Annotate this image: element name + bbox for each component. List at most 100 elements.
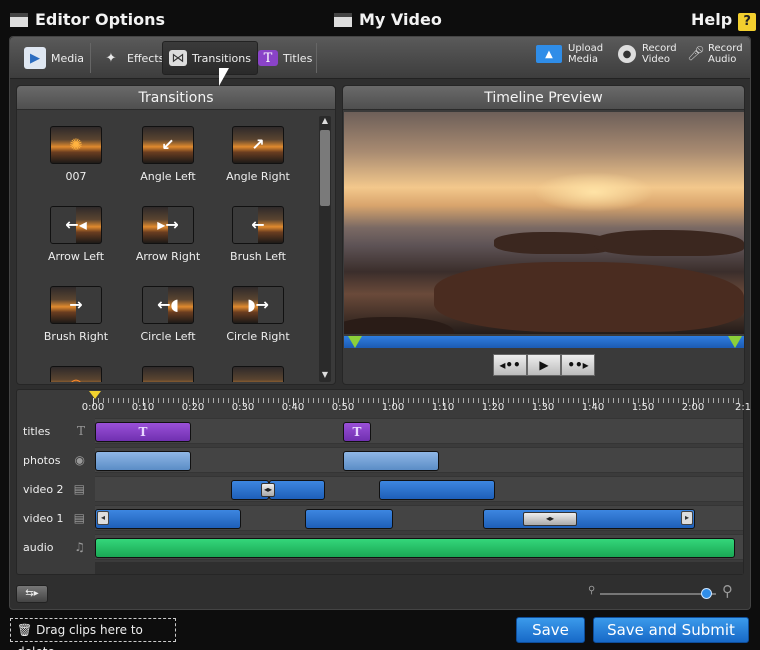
upload-media-button[interactable]: ▲ Upload Media: [536, 43, 603, 65]
arrow-right-icon: ◗→: [247, 295, 269, 314]
timeline-mode-toggle-button[interactable]: ⇆▸: [16, 585, 48, 603]
preview-image: [344, 112, 744, 334]
tab-effects[interactable]: ✦ Effects: [94, 41, 170, 75]
title-clip[interactable]: T: [95, 422, 191, 442]
transition-tile-partial[interactable]: ◎: [31, 366, 121, 382]
track-lane-video-2[interactable]: ◂▸: [95, 476, 743, 502]
zoom-slider[interactable]: [600, 588, 716, 599]
zoom-slider-knob[interactable]: [700, 588, 712, 599]
editor-frame: ▶ Media ✦ Effects ⋈ Transitions T Titles…: [9, 36, 751, 610]
audio-clip[interactable]: [95, 538, 735, 558]
transition-thumbnail: [142, 366, 194, 382]
tab-transitions[interactable]: ⋈ Transitions: [162, 41, 258, 75]
scroll-down-icon[interactable]: ▼: [319, 370, 331, 382]
track-name: audio: [23, 540, 54, 554]
transition-marker-icon[interactable]: ◂▸: [261, 483, 275, 497]
arrow-left-icon: ←◖: [157, 295, 179, 314]
track-lane-audio[interactable]: [95, 534, 743, 560]
video-clip[interactable]: [483, 509, 695, 529]
titles-t-icon: T: [258, 50, 278, 66]
clapperboard-icon: [10, 13, 28, 27]
scroll-up-icon[interactable]: ▲: [319, 116, 331, 128]
forward-button[interactable]: ••▸: [561, 354, 595, 376]
preview-panel-title: Timeline Preview: [343, 86, 744, 110]
track-lane-photos[interactable]: [95, 447, 743, 473]
preview-scrub-bar[interactable]: [344, 336, 744, 348]
media-play-icon: ▶: [24, 47, 46, 69]
ruler-tick: [128, 398, 129, 403]
ruler-tick: [368, 398, 369, 403]
ruler-tick: [148, 398, 149, 403]
help-button[interactable]: Help?: [691, 10, 757, 31]
ruler-tick: [613, 398, 614, 403]
save-button[interactable]: Save: [516, 617, 585, 643]
ruler-tick: [373, 398, 374, 403]
zoom-out-icon[interactable]: ⚲: [588, 585, 595, 596]
playhead-marker[interactable]: [89, 391, 101, 399]
transition-tile-007[interactable]: ✺ 007: [31, 126, 121, 183]
trim-left-handle-icon[interactable]: ◂: [97, 511, 109, 525]
tab-titles[interactable]: T Titles: [252, 41, 318, 75]
video-clip[interactable]: [379, 480, 495, 500]
track-lane-titles[interactable]: T T: [95, 418, 743, 444]
transition-tile-angle-right[interactable]: ↗ Angle Right: [213, 126, 303, 183]
ruler-tick: [458, 398, 459, 403]
zoom-in-icon[interactable]: ⚲: [722, 582, 733, 600]
timeline-ruler[interactable]: 0:00 0:10 0:20 0:30 0:40 0:50 1:00 1:10 1:20 1:30…: [82, 390, 751, 418]
ruler-tick: [478, 398, 479, 403]
ruler-tick: [113, 398, 114, 403]
ruler-tick: [223, 398, 224, 403]
ruler-tick: [528, 398, 529, 403]
ruler-tick: [353, 398, 354, 403]
video-clip[interactable]: [269, 480, 325, 500]
text-t-icon: T: [76, 424, 85, 438]
record-audio-button[interactable]: 🎤︎ Record Audio: [687, 43, 742, 65]
transition-thumbnail: →: [50, 286, 102, 324]
upload-monitor-icon: ▲: [536, 45, 562, 63]
transition-thumbnail: [232, 366, 284, 382]
transition-thumbnail: ✺: [50, 126, 102, 164]
video-clip[interactable]: [305, 509, 393, 529]
ruler-tick: [653, 398, 654, 403]
transition-tile-arrow-right[interactable]: ▸→ Arrow Right: [123, 206, 213, 263]
transition-tile-partial[interactable]: [213, 366, 303, 382]
tab-media[interactable]: ▶ Media: [18, 41, 90, 75]
ruler-tick: [643, 398, 644, 406]
transition-tile-brush-right[interactable]: → Brush Right: [31, 286, 121, 343]
scrollbar-thumb[interactable]: [320, 130, 330, 206]
ruler-tick: [713, 398, 714, 403]
transition-tile-circle-left[interactable]: ←◖ Circle Left: [123, 286, 213, 343]
transition-tile-partial[interactable]: [123, 366, 213, 382]
transition-tile-angle-left[interactable]: ↙ Angle Left: [123, 126, 213, 183]
transition-marker-icon[interactable]: ◂▸: [523, 512, 577, 526]
top-bar: Editor Options My Video Help?: [0, 0, 760, 38]
delete-drop-zone[interactable]: 🗑︎ Drag clips here to delete: [10, 618, 176, 650]
video-clip[interactable]: [95, 509, 241, 529]
ruler-tick: [398, 398, 399, 403]
trim-right-handle-icon[interactable]: ▸: [681, 511, 693, 525]
ruler-tick: [598, 398, 599, 403]
transition-tile-brush-left[interactable]: ← Brush Left: [213, 206, 303, 263]
ruler-tick: [318, 398, 319, 403]
track-lane-video-1[interactable]: ◂ ◂▸ ▸: [95, 505, 743, 531]
ruler-tick: [118, 398, 119, 403]
play-button[interactable]: ▶: [527, 354, 561, 376]
transition-thumbnail: ◎: [50, 366, 102, 382]
preview-end-marker[interactable]: [728, 336, 742, 348]
record-video-button[interactable]: ● Record Video: [618, 43, 677, 65]
timeline-horizontal-scrollbar[interactable]: [95, 562, 743, 574]
track-label-titles: titles T: [17, 418, 89, 444]
photo-clip[interactable]: [95, 451, 191, 471]
photo-clip[interactable]: [343, 451, 439, 471]
transition-tile-circle-right[interactable]: ◗→ Circle Right: [213, 286, 303, 343]
preview-start-marker[interactable]: [348, 336, 362, 348]
ruler-tick: [323, 398, 324, 403]
rewind-button[interactable]: ◂••: [493, 354, 527, 376]
ruler-tick: [548, 398, 549, 403]
transition-label: Brush Left: [230, 250, 286, 263]
save-and-submit-button[interactable]: Save and Submit: [593, 617, 749, 643]
ruler-tick: [103, 398, 104, 403]
transitions-scrollbar[interactable]: ▲ ▼: [319, 116, 331, 382]
transition-tile-arrow-left[interactable]: ←◂ Arrow Left: [31, 206, 121, 263]
title-clip[interactable]: T: [343, 422, 371, 442]
